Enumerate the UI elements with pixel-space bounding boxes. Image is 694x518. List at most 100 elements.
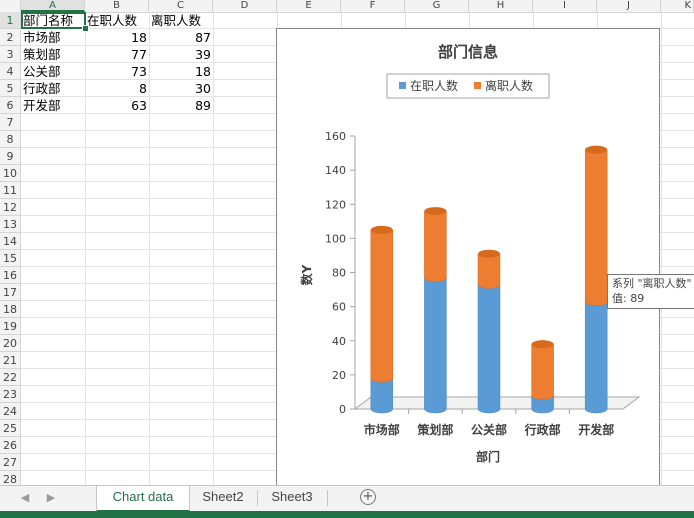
column-header-i[interactable]: I — [533, 0, 597, 12]
bar-离职人数-开发部[interactable] — [584, 149, 608, 306]
y-tick-label: 20 — [332, 369, 346, 382]
y-tick-label: 80 — [332, 267, 346, 280]
column-header-g[interactable]: G — [405, 0, 469, 12]
bar-离职人数-公关部[interactable] — [477, 253, 501, 289]
bar-在职人数-策划部[interactable] — [424, 277, 447, 414]
bar-top-cap — [478, 249, 500, 258]
cell-a6[interactable]: 开发部 — [23, 97, 85, 114]
row-header-5[interactable]: 5 — [0, 80, 21, 97]
cell-c3[interactable]: 39 — [149, 46, 211, 63]
column-header-c[interactable]: C — [149, 0, 213, 12]
sheet-tab-sheet3[interactable]: Sheet3 — [259, 486, 325, 510]
row-header-27[interactable]: 27 — [0, 454, 21, 471]
next-sheet-icon[interactable]: ▶ — [44, 490, 58, 506]
y-axis-title[interactable]: 数Y — [299, 264, 314, 285]
row-header-21[interactable]: 21 — [0, 352, 21, 369]
cell-b2[interactable]: 18 — [85, 29, 147, 46]
add-sheet-icon[interactable]: + — [360, 489, 376, 505]
row-header-6[interactable]: 6 — [0, 97, 21, 114]
cell-c5[interactable]: 30 — [149, 80, 211, 97]
sheet-tab-chart-data[interactable]: Chart data — [96, 486, 190, 512]
x-axis-title[interactable]: 部门 — [476, 449, 500, 464]
tooltip-value-line: 值: 89 — [612, 292, 645, 305]
row-header-2[interactable]: 2 — [0, 29, 21, 46]
cell-c4[interactable]: 18 — [149, 63, 211, 80]
column-header-k[interactable]: K — [661, 0, 694, 12]
row-header-11[interactable]: 11 — [0, 182, 21, 199]
cell-a2[interactable]: 市场部 — [23, 29, 85, 46]
bar-在职人数-开发部[interactable] — [584, 301, 608, 414]
cell-c1[interactable]: 离职人数 — [151, 12, 213, 29]
bar-离职人数-市场部[interactable] — [370, 229, 394, 383]
x-tick-label: 公关部 — [471, 422, 507, 437]
row-header-18[interactable]: 18 — [0, 301, 21, 318]
row-header-26[interactable]: 26 — [0, 437, 21, 454]
row-header-25[interactable]: 25 — [0, 420, 21, 437]
row-header-17[interactable]: 17 — [0, 284, 21, 301]
row-header-20[interactable]: 20 — [0, 335, 21, 352]
legend-label-1: 离职人数 — [485, 78, 533, 93]
sheet-tab-bar: ◀ ▶ Chart data Sheet2 Sheet3 + — [0, 485, 694, 512]
row-header-15[interactable]: 15 — [0, 250, 21, 267]
row-header-8[interactable]: 8 — [0, 131, 21, 148]
cell-b4[interactable]: 73 — [85, 63, 147, 80]
y-tick-label: 120 — [325, 198, 346, 211]
cell-a3[interactable]: 策划部 — [23, 46, 85, 63]
bar-离职人数-策划部[interactable] — [424, 210, 447, 282]
row-header-16[interactable]: 16 — [0, 267, 21, 284]
chart-object[interactable]: 部门信息 在职人数 离职人数 0 20 40 60 80 100 120 140 160 市场部 策… — [276, 28, 660, 498]
cell-a4[interactable]: 公关部 — [23, 63, 85, 80]
row-header-1[interactable]: 1 — [0, 12, 21, 29]
column-header-b[interactable]: B — [85, 0, 149, 12]
row-header-9[interactable]: 9 — [0, 148, 21, 165]
row-header-13[interactable]: 13 — [0, 216, 21, 233]
y-tick-label: 60 — [332, 301, 346, 314]
legend-swatch-0 — [399, 82, 406, 89]
select-all-corner[interactable] — [0, 0, 21, 12]
chart-legend[interactable]: 在职人数 离职人数 — [386, 73, 550, 99]
cell-c6[interactable]: 89 — [149, 97, 211, 114]
row-header-23[interactable]: 23 — [0, 386, 21, 403]
chart-plot-area[interactable] — [370, 145, 608, 414]
cell-c2[interactable]: 87 — [149, 29, 211, 46]
cell-b3[interactable]: 77 — [85, 46, 147, 63]
bar-在职人数-公关部[interactable] — [477, 284, 501, 414]
y-tick-label: 100 — [325, 232, 346, 245]
row-header-22[interactable]: 22 — [0, 369, 21, 386]
bar-离职人数-行政部[interactable] — [531, 343, 554, 400]
row-header-19[interactable]: 19 — [0, 318, 21, 335]
row-header-12[interactable]: 12 — [0, 199, 21, 216]
cell-b1[interactable]: 在职人数 — [87, 12, 149, 29]
y-tick-label: 160 — [325, 130, 346, 143]
prev-sheet-icon[interactable]: ◀ — [18, 490, 32, 506]
column-header-f[interactable]: F — [341, 0, 405, 12]
row-header-24[interactable]: 24 — [0, 403, 21, 420]
stacked-column-chart: 部门信息 在职人数 离职人数 0 20 40 60 80 100 120 140 160 市场部 策… — [299, 43, 641, 464]
fill-handle[interactable] — [82, 25, 89, 32]
y-tick-label: 140 — [325, 164, 346, 177]
column-header-d[interactable]: D — [213, 0, 277, 12]
bar-top-cap — [585, 145, 608, 154]
legend-swatch-1 — [474, 82, 481, 89]
column-gridline — [661, 12, 662, 485]
cell-b6[interactable]: 63 — [85, 97, 147, 114]
cell-a5[interactable]: 行政部 — [23, 80, 85, 97]
x-tick-label: 市场部 — [364, 422, 400, 437]
row-header-4[interactable]: 4 — [0, 63, 21, 80]
row-header-7[interactable]: 7 — [0, 114, 21, 131]
chart-title[interactable]: 部门信息 — [438, 43, 498, 61]
cell-b5[interactable]: 8 — [85, 80, 147, 97]
x-tick-label: 行政部 — [524, 422, 561, 437]
status-bar — [0, 511, 694, 518]
row-header-3[interactable]: 3 — [0, 46, 21, 63]
column-header-j[interactable]: J — [597, 0, 661, 12]
row-header-14[interactable]: 14 — [0, 233, 21, 250]
column-header-e[interactable]: E — [277, 0, 341, 12]
column-header-h[interactable]: H — [469, 0, 533, 12]
legend-label-0: 在职人数 — [410, 78, 458, 93]
bar-在职人数-市场部[interactable] — [370, 378, 394, 414]
sheet-tab-sheet2[interactable]: Sheet2 — [190, 486, 256, 510]
active-cell-border — [21, 12, 86, 29]
row-header-10[interactable]: 10 — [0, 165, 21, 182]
column-header-a[interactable]: A — [21, 0, 85, 12]
